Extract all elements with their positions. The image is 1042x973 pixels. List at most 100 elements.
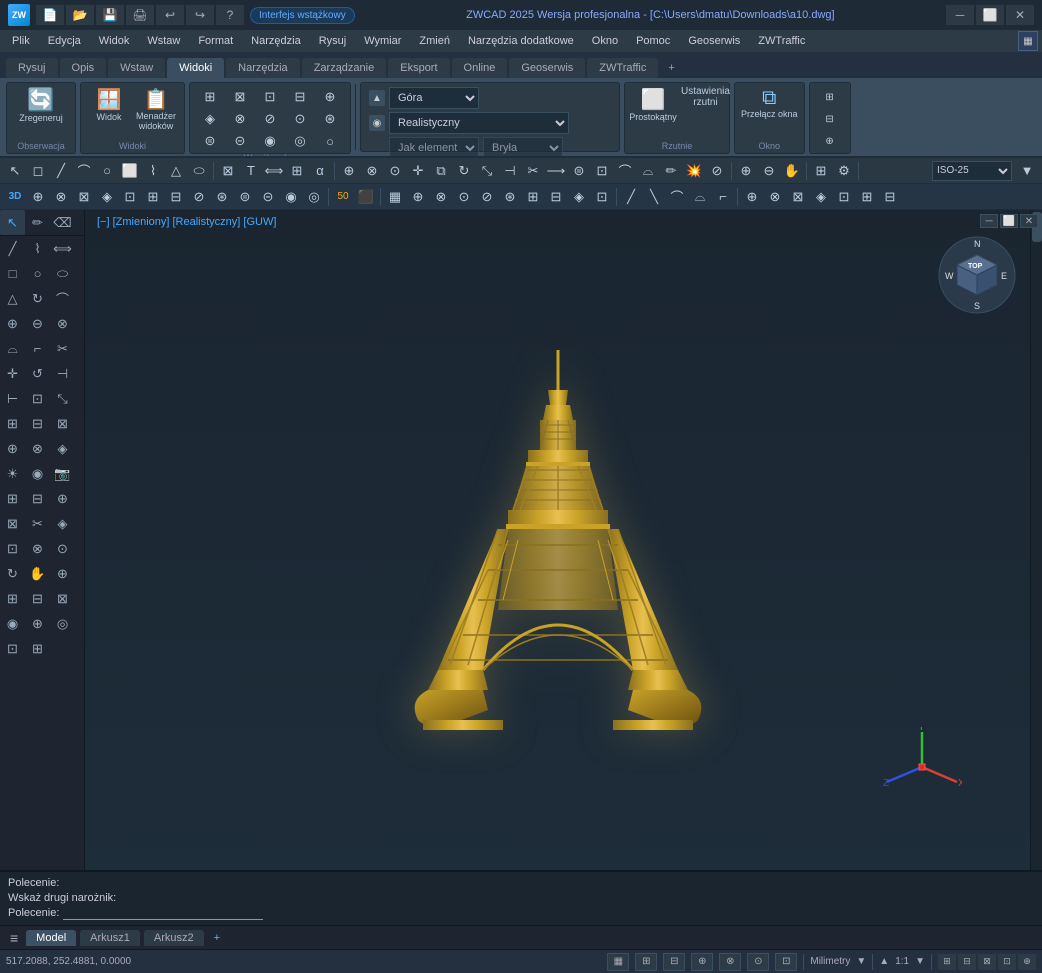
menu-edycja[interactable]: Edycja — [40, 33, 89, 49]
tb2-btn-12[interactable]: ◉ — [280, 186, 302, 208]
tb2-btn-31[interactable]: ⊗ — [764, 186, 786, 208]
tool-render[interactable]: ◈ — [50, 436, 75, 461]
tool-intersect[interactable]: ⊗ — [50, 311, 75, 336]
coord-btn-5[interactable]: ⊕ — [316, 87, 344, 107]
tool-cylinder[interactable]: ⬭ — [50, 261, 75, 286]
tool-shell[interactable]: ⊠ — [50, 411, 75, 436]
nav-icon-2[interactable]: ⊟ — [958, 954, 976, 970]
tb-osnap[interactable]: ⊗ — [361, 160, 383, 182]
tool-orbit[interactable]: ↻ — [0, 561, 25, 586]
tool-polyline[interactable]: ⌇ — [25, 236, 50, 261]
menu-zwtraffic[interactable]: ZWTraffic — [750, 33, 813, 49]
tb2-btn-4[interactable]: ◈ — [96, 186, 118, 208]
add-ribbon-tab[interactable]: + — [660, 58, 682, 78]
tb-mirror[interactable]: ⊣ — [499, 160, 521, 182]
tb2-btn-34[interactable]: ⊡ — [833, 186, 855, 208]
tab-model[interactable]: Model — [26, 930, 76, 946]
coord-btn-6[interactable]: ◈ — [196, 109, 224, 129]
coord-btn-13[interactable]: ◉ — [256, 131, 284, 151]
tb-line[interactable]: ╱ — [50, 160, 72, 182]
quick-access-redo[interactable]: ↪ — [186, 5, 214, 25]
tb-trim[interactable]: ✂ — [522, 160, 544, 182]
menu-narz-dodatkowe[interactable]: Narzędzia dodatkowe — [460, 33, 582, 49]
tb2-btn-11[interactable]: ⊝ — [257, 186, 279, 208]
tool-fillet-3d[interactable]: ⌓ — [0, 336, 25, 361]
tool-line[interactable]: ╱ — [0, 236, 25, 261]
coord-btn-1[interactable]: ⊞ — [196, 87, 224, 107]
tool-move-3d[interactable]: ✛ — [0, 361, 25, 386]
coord-btn-4[interactable]: ⊟ — [286, 87, 314, 107]
tool-extra-4[interactable]: ◉ — [0, 611, 25, 636]
tb2-btn-16[interactable]: ⊕ — [407, 186, 429, 208]
tool-extra-6[interactable]: ◎ — [50, 611, 75, 636]
tb-select[interactable]: ◻ — [27, 160, 49, 182]
coord-btn-14[interactable]: ◎ — [286, 131, 314, 151]
tb-polar[interactable]: ⊙ — [384, 160, 406, 182]
tool-sweep[interactable]: ⌒ — [50, 286, 75, 311]
tb-3d[interactable]: △ — [165, 160, 187, 182]
workspace-icon[interactable]: ▦ — [1018, 31, 1038, 51]
tool-camera[interactable]: 📷 — [50, 461, 75, 486]
tb-array[interactable]: ⊡ — [591, 160, 613, 182]
tb-offset[interactable]: ⊜ — [568, 160, 590, 182]
tb2-btn-1[interactable]: ⊕ — [27, 186, 49, 208]
tb-cursor[interactable]: ↖ — [4, 160, 26, 182]
coord-btn-10[interactable]: ⊛ — [316, 109, 344, 129]
regenerate-btn[interactable]: 🔄 Zregeneruj — [19, 87, 63, 123]
tool-sphere[interactable]: ○ — [25, 261, 50, 286]
more-btn-3[interactable]: ⊕ — [816, 131, 844, 151]
tb-dim[interactable]: ⟺ — [263, 160, 285, 182]
units-display[interactable]: Milimetry — [810, 956, 850, 967]
tab-geoserwis[interactable]: Geoserwis — [509, 58, 585, 78]
menu-wymiar[interactable]: Wymiar — [356, 33, 409, 49]
tb-chamfer[interactable]: ⌓ — [637, 160, 659, 182]
tb2-btn-32[interactable]: ⊠ — [787, 186, 809, 208]
tb-snap[interactable]: ⊕ — [338, 160, 360, 182]
tool-sect[interactable]: ⊕ — [0, 436, 25, 461]
tb2-snap-toggle[interactable]: 3D — [4, 186, 26, 208]
tool-extra-5[interactable]: ⊕ — [25, 611, 50, 636]
tool-draw[interactable]: ✏ — [25, 210, 50, 235]
tool-measure[interactable]: ⟺ — [50, 236, 75, 261]
menu-wstaw[interactable]: Wstaw — [139, 33, 188, 49]
tb-explode[interactable]: 💥 — [683, 160, 705, 182]
tb2-btn-3[interactable]: ⊠ — [73, 186, 95, 208]
coord-btn-3[interactable]: ⊡ — [256, 87, 284, 107]
tool-material[interactable]: ◉ — [25, 461, 50, 486]
tool-push-pull[interactable]: ⊞ — [0, 411, 25, 436]
tb-move[interactable]: ✛ — [407, 160, 429, 182]
tb2-btn-21[interactable]: ⊞ — [522, 186, 544, 208]
coord-btn-9[interactable]: ⊙ — [286, 109, 314, 129]
status-polar-btn[interactable]: ⊕ — [691, 953, 713, 971]
tb-rotate[interactable]: ↻ — [453, 160, 475, 182]
tab-wstaw[interactable]: Wstaw — [108, 58, 165, 78]
status-grid-btn[interactable]: ▦ — [607, 953, 629, 971]
tool-subtract[interactable]: ⊖ — [25, 311, 50, 336]
ustawienia-rzutni-btn[interactable]: Ustawienia rzutni — [679, 87, 723, 107]
tb2-btn-29[interactable]: ⌐ — [712, 186, 734, 208]
tb2-btn-17[interactable]: ⊗ — [430, 186, 452, 208]
tool-extra-3[interactable]: ⊠ — [50, 586, 75, 611]
tool-light[interactable]: ☀ — [0, 461, 25, 486]
menu-zmien[interactable]: Zmień — [411, 33, 458, 49]
tool-extra-1[interactable]: ⊞ — [0, 586, 25, 611]
tool-array-3d[interactable]: ⊡ — [25, 386, 50, 411]
bryla-select[interactable]: Bryła — [483, 137, 563, 158]
tool-walk[interactable]: ⊞ — [0, 486, 25, 511]
iso-select[interactable]: ISO-25 — [932, 161, 1012, 181]
coord-btn-15[interactable]: ○ — [316, 131, 344, 151]
tool-section-plane[interactable]: ⊠ — [0, 511, 25, 536]
tb2-btn-26[interactable]: ╲ — [643, 186, 665, 208]
tb-pedit[interactable]: ✏ — [660, 160, 682, 182]
tb2-btn-8[interactable]: ⊘ — [188, 186, 210, 208]
tab-zarzadzanie[interactable]: Zarządzanie — [302, 58, 387, 78]
command-input[interactable] — [63, 907, 263, 920]
status-ortho-btn[interactable]: ⊟ — [663, 953, 685, 971]
tb2-btn-23[interactable]: ◈ — [568, 186, 590, 208]
tb2-btn-24[interactable]: ⊡ — [591, 186, 613, 208]
tab-rysuj[interactable]: Rysuj — [6, 58, 58, 78]
layout-menu-btn[interactable]: ≡ — [6, 930, 22, 946]
tb-hatch[interactable]: ⊠ — [217, 160, 239, 182]
tb2-btn-19[interactable]: ⊘ — [476, 186, 498, 208]
tb2-num-50[interactable]: 50 — [332, 186, 354, 208]
